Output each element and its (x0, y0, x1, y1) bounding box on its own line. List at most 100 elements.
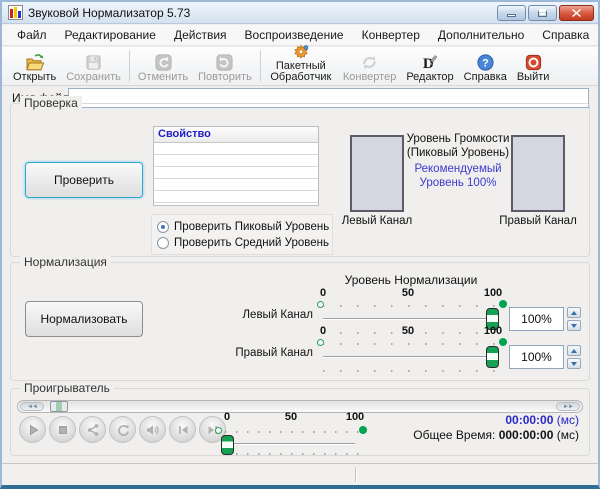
scale-tick-0: 0 (319, 287, 327, 299)
save-floppy-icon (84, 52, 103, 72)
toolbar-undo-button[interactable]: Отменить (133, 47, 193, 83)
editor-icon: D (420, 52, 439, 72)
arrow-down-icon (571, 323, 577, 328)
slider-min-marker-icon (215, 427, 222, 434)
normalize-button[interactable]: Нормализовать (25, 301, 143, 337)
seek-forward-button[interactable]: ►► (556, 402, 580, 411)
menu-item-actions[interactable]: Действия (165, 26, 236, 44)
right-channel-slider[interactable]: 0 50 100 (315, 325, 515, 375)
open-folder-icon (25, 52, 45, 72)
normalization-level-title: Уровень Нормализации (344, 273, 478, 287)
toolbar-separator (128, 50, 130, 82)
menu-item-extra[interactable]: Дополнительно (429, 26, 533, 44)
skip-back-icon (178, 425, 187, 434)
volume-level-title: Уровень Громкости (Пиковый Уровень) (406, 133, 510, 159)
status-bar (2, 463, 598, 485)
repeat-icon (117, 424, 129, 436)
player-volume-slider[interactable]: 0 50 100 (211, 411, 381, 457)
batch-gear-icon (292, 43, 310, 61)
normalization-group-legend: Нормализация (20, 255, 111, 269)
spin-up-button[interactable] (567, 307, 581, 318)
spin-down-button[interactable] (567, 320, 581, 331)
svg-text:?: ? (482, 57, 489, 69)
time-display: 00:00:00 (мс) Общее Время: 000:00:00 (мс… (413, 413, 579, 443)
arrow-down-icon (571, 361, 577, 366)
scale-tick-50: 50 (284, 411, 298, 423)
check-mode-panel: Проверить Пиковый Уровень Проверить Сред… (151, 214, 333, 255)
maximize-icon (538, 8, 547, 17)
slider-max-marker-icon (499, 338, 507, 346)
spin-up-button[interactable] (567, 345, 581, 356)
app-window: Звуковой Нормализатор 5.73 Файл Редактир… (0, 0, 600, 489)
radio-icon[interactable] (157, 237, 169, 249)
minimize-icon (507, 14, 516, 17)
table-row (154, 191, 318, 203)
stop-button[interactable] (49, 416, 76, 443)
radio-peak-level[interactable]: Проверить Пиковый Уровень (157, 219, 329, 235)
app-icon (8, 5, 23, 20)
maximize-button[interactable] (528, 4, 557, 21)
volume-button[interactable] (139, 416, 166, 443)
right-channel-meter (511, 135, 565, 212)
toolbar-help-button[interactable]: ? Справка (459, 47, 512, 83)
close-button[interactable] (559, 4, 594, 21)
right-channel-spinner: 100% (509, 345, 583, 369)
window-title: Звуковой Нормализатор 5.73 (28, 5, 191, 20)
slider-track[interactable] (323, 318, 493, 319)
toolbar-batch-button[interactable]: Пакетный Обработчик (264, 44, 338, 83)
arrow-up-icon (571, 348, 577, 353)
seek-back-button[interactable]: ◄◄ (20, 402, 44, 411)
scale-tick-50: 50 (401, 287, 415, 299)
menu-item-playback[interactable]: Воспроизведение (236, 26, 353, 44)
help-icon: ? (476, 52, 495, 72)
slider-track[interactable] (323, 356, 493, 357)
arrow-up-icon (571, 310, 577, 315)
toolbar-save-button[interactable]: Сохранить (61, 47, 126, 83)
menu-item-converter[interactable]: Конвертер (353, 26, 429, 44)
toolbar-converter-button[interactable]: Конвертер (338, 47, 401, 83)
toolbar-redo-button[interactable]: Повторить (193, 47, 257, 83)
speaker-icon (147, 424, 159, 435)
right-channel-value[interactable]: 100% (509, 345, 564, 369)
scale-tick-100: 100 (483, 287, 503, 299)
total-time-unit: (мс) (556, 428, 579, 442)
previous-button[interactable] (169, 416, 196, 443)
repeat-button[interactable] (109, 416, 136, 443)
toolbar: Открыть Сохранить Отменить Повторить Пак… (2, 44, 598, 86)
spin-down-button[interactable] (567, 358, 581, 369)
toolbar-exit-button[interactable]: Выйти (512, 47, 555, 83)
normalization-group: Нормализация Нормализовать Уровень Норма… (10, 255, 590, 381)
radio-icon[interactable] (157, 221, 169, 233)
play-icon (29, 424, 38, 435)
total-time-row: Общее Время: 000:00:00 (мс) (413, 428, 579, 443)
shuffle-button[interactable] (79, 416, 106, 443)
slider-thumb[interactable] (221, 435, 234, 455)
table-row (154, 167, 318, 179)
radio-average-level[interactable]: Проверить Средний Уровень (157, 235, 329, 251)
property-table: Свойство (153, 126, 319, 206)
table-row (154, 155, 318, 167)
total-time-value: 000:00:00 (498, 428, 554, 442)
slider-track[interactable] (227, 443, 355, 444)
toolbar-editor-button[interactable]: D Редактор (401, 47, 458, 83)
property-table-header: Свойство (154, 127, 318, 143)
exit-icon (524, 52, 543, 72)
menu-item-edit[interactable]: Редактирование (56, 26, 165, 44)
toolbar-open-button[interactable]: Открыть (8, 47, 61, 83)
left-channel-value[interactable]: 100% (509, 307, 564, 331)
check-group: Проверка Проверить Свойство Проверить Пи… (10, 96, 590, 257)
table-row (154, 143, 318, 155)
menu-item-help[interactable]: Справка (533, 26, 598, 44)
menu-item-file[interactable]: Файл (8, 26, 56, 44)
scale-tick-100: 100 (345, 411, 365, 423)
play-button[interactable] (19, 416, 46, 443)
minimize-button[interactable] (497, 4, 526, 21)
shuffle-icon (87, 423, 98, 436)
right-channel-caption: Правый Канал (499, 215, 577, 227)
slider-thumb[interactable] (486, 346, 499, 368)
current-time-value: 00:00:00 (505, 413, 554, 427)
check-button[interactable]: Проверить (25, 162, 143, 198)
player-buttons (19, 416, 226, 443)
seek-thumb[interactable] (50, 401, 68, 412)
status-divider (355, 467, 356, 482)
